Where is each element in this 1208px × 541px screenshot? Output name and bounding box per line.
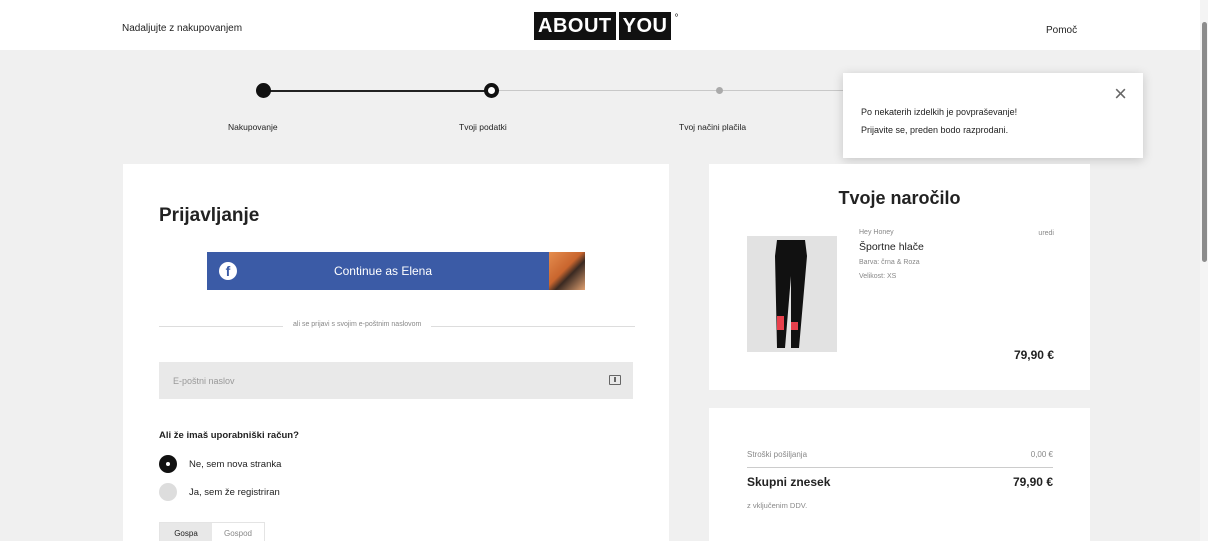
order-panel: Tvoje naročilo uredi Hey Honey Športne h… bbox=[709, 164, 1090, 390]
logo-word-you: YOU bbox=[618, 12, 672, 40]
demand-notification: × Po nekaterih izdelkih je povpraševanje… bbox=[843, 73, 1143, 158]
radio-new-customer-label: Ne, sem nova stranka bbox=[189, 458, 282, 470]
vat-row: z vključenim DDV. bbox=[747, 501, 1053, 510]
login-title: Prijavljanje bbox=[159, 205, 260, 226]
radio-registered[interactable]: Ja, sem že registriran bbox=[159, 483, 280, 501]
divider-text: ali se prijavi s svojim e-poštnim naslov… bbox=[283, 321, 432, 328]
product-name[interactable]: Športne hlače bbox=[859, 241, 924, 253]
facebook-icon: f bbox=[219, 262, 237, 280]
edit-item-link[interactable]: uredi bbox=[1038, 230, 1054, 237]
notification-text: Po nekaterih izdelkih je povpraševanje! … bbox=[861, 103, 1017, 139]
step-dot-1 bbox=[256, 83, 271, 98]
step-label-shopping: Nakupovanje bbox=[228, 122, 278, 132]
step-dot-2 bbox=[484, 83, 499, 98]
step-line-done bbox=[263, 90, 492, 92]
autofill-card-icon[interactable] bbox=[609, 375, 621, 385]
order-summary-panel: Stroški pošiljanja 0,00 € Skupni znesek … bbox=[709, 408, 1090, 541]
summary-divider bbox=[747, 467, 1053, 468]
facebook-avatar bbox=[549, 252, 585, 290]
email-field[interactable] bbox=[159, 362, 633, 399]
shipping-row: Stroški pošiljanja 0,00 € bbox=[747, 450, 1053, 459]
step-label-details: Tvoji podatki bbox=[459, 122, 507, 132]
product-price: 79,90 € bbox=[1013, 348, 1054, 362]
gender-option-mr[interactable]: Gospod bbox=[212, 523, 264, 541]
radio-registered-label: Ja, sem že registriran bbox=[189, 486, 280, 498]
gender-toggle[interactable]: Gospa Gospod bbox=[159, 522, 265, 541]
scrollbar-thumb[interactable] bbox=[1202, 22, 1207, 262]
continue-shopping-link[interactable]: Nadaljujte z nakupovanjem bbox=[122, 23, 242, 34]
radio-selected-icon[interactable] bbox=[159, 455, 177, 473]
about-you-logo[interactable]: ABOUT YOU ° bbox=[534, 12, 679, 40]
logo-mark: ° bbox=[674, 13, 679, 24]
product-brand: Hey Honey bbox=[859, 229, 894, 236]
help-link[interactable]: Pomoč bbox=[1046, 25, 1077, 36]
total-row: Skupni znesek 79,90 € bbox=[747, 475, 1053, 489]
total-label: Skupni znesek bbox=[747, 475, 831, 489]
login-panel: Prijavljanje f Continue as Elena ali se … bbox=[123, 164, 669, 541]
step-line-upcoming bbox=[492, 90, 847, 91]
facebook-login-button[interactable]: f Continue as Elena bbox=[207, 252, 585, 290]
logo-word-about: ABOUT bbox=[534, 12, 616, 40]
total-value: 79,90 € bbox=[1012, 475, 1053, 489]
product-size: Velikost: XS bbox=[859, 273, 897, 280]
shipping-label: Stroški pošiljanja bbox=[747, 450, 808, 459]
facebook-button-label: Continue as Elena bbox=[333, 264, 433, 278]
gender-option-ms[interactable]: Gospa bbox=[160, 523, 212, 541]
top-bar: Nadaljujte z nakupovanjem ABOUT YOU ° Po… bbox=[0, 0, 1200, 50]
radio-new-customer[interactable]: Ne, sem nova stranka bbox=[159, 455, 281, 473]
email-input[interactable] bbox=[159, 362, 579, 399]
shipping-value: 0,00 € bbox=[1030, 450, 1053, 459]
page-scrollbar[interactable] bbox=[1200, 0, 1208, 541]
step-label-payment: Tvoj načini plačila bbox=[679, 122, 747, 132]
notification-line-1: Po nekaterih izdelkih je povpraševanje! bbox=[861, 107, 1018, 117]
radio-unselected-icon[interactable] bbox=[159, 483, 177, 501]
product-image[interactable] bbox=[747, 236, 837, 352]
notification-line-2: Prijavite se, preden bodo razprodani. bbox=[861, 125, 1009, 135]
product-color: Barva: črna & Roza bbox=[859, 259, 920, 266]
leggings-image bbox=[747, 236, 837, 352]
order-title: Tvoje naročilo bbox=[838, 188, 961, 208]
close-icon[interactable]: × bbox=[1114, 81, 1127, 107]
account-question: Ali že imaš uporabniški račun? bbox=[159, 430, 299, 441]
vat-note: z vključenim DDV. bbox=[747, 501, 808, 510]
step-dot-3 bbox=[716, 87, 723, 94]
